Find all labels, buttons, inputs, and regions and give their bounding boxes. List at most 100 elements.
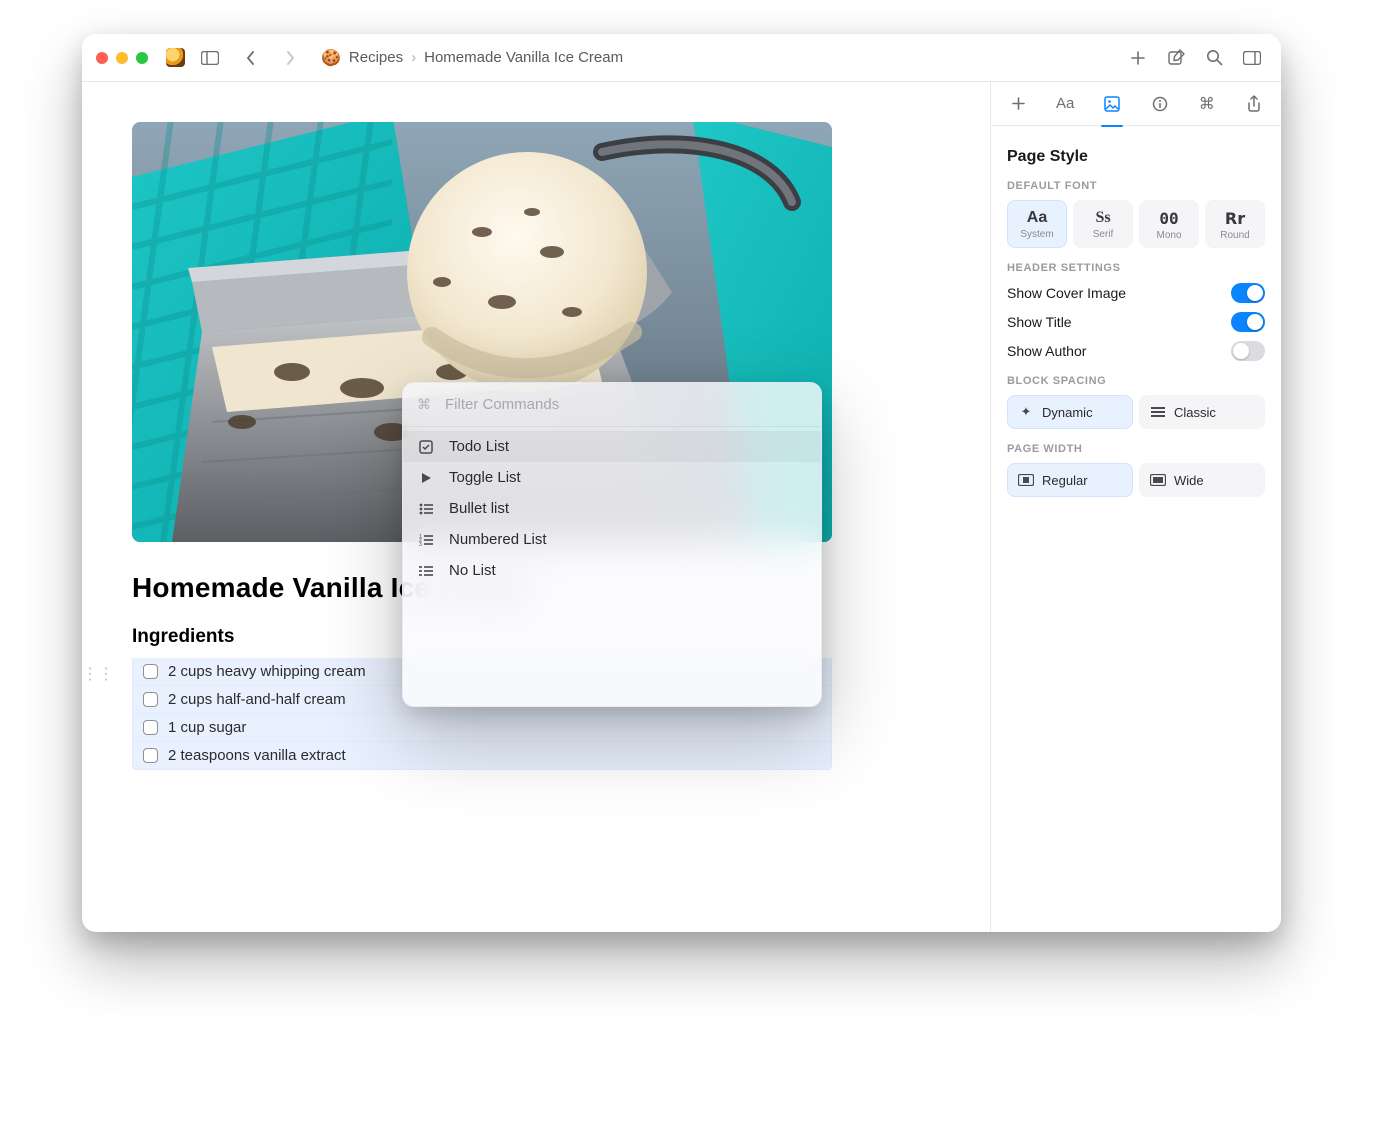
font-sample: Aa [1008, 209, 1066, 227]
todo-text: 2 cups half-and-half cream [168, 691, 346, 708]
font-chip-serif[interactable]: Ss Serif [1073, 200, 1133, 248]
spacing-dynamic[interactable]: ✦ Dynamic [1007, 395, 1133, 429]
breadcrumb-current[interactable]: Homemade Vanilla Ice Cream [424, 49, 623, 66]
breadcrumb-parent[interactable]: Recipes [349, 49, 403, 66]
breadcrumb: 🍪 Recipes › Homemade Vanilla Ice Cream [321, 48, 623, 68]
row-show-author: Show Author [1007, 341, 1265, 361]
chevron-right-icon: › [411, 49, 416, 66]
width-wide[interactable]: Wide [1139, 463, 1265, 497]
search-icon [1206, 49, 1223, 66]
command-list: Todo List Toggle List Bullet list 123 Nu… [403, 427, 821, 706]
todo-row[interactable]: 1 cup sugar [132, 714, 832, 742]
plus-icon [1130, 50, 1146, 66]
toggle-show-cover[interactable] [1231, 283, 1265, 303]
rect-narrow-icon [1018, 472, 1034, 488]
font-name: System [1008, 229, 1066, 240]
drag-handle-icon[interactable]: ⋮⋮ [82, 664, 114, 684]
seg-label: Regular [1042, 473, 1088, 488]
font-chip-system[interactable]: Aa System [1007, 200, 1067, 248]
inspector-tab-page-style[interactable] [1095, 87, 1129, 121]
plus-icon [1011, 96, 1026, 111]
compose-button[interactable] [1161, 43, 1191, 73]
font-sample: Rr [1206, 209, 1264, 228]
text-icon: Aa [1056, 95, 1074, 112]
minimize-window-button[interactable] [116, 52, 128, 64]
command-key-icon: ⌘ [417, 396, 431, 413]
todo-text: 2 teaspoons vanilla extract [168, 747, 346, 764]
todo-row[interactable]: 2 teaspoons vanilla extract [132, 742, 832, 770]
command-label: Bullet list [449, 500, 509, 517]
toggle-show-title[interactable] [1231, 312, 1265, 332]
checkbox-icon [417, 440, 435, 454]
play-icon [417, 472, 435, 484]
inspector-tab-shortcuts[interactable]: ⌘ [1190, 87, 1224, 121]
width-segmented: Regular Wide [1007, 463, 1265, 497]
command-search-input[interactable] [443, 395, 807, 414]
font-sample: Ss [1074, 209, 1132, 227]
inspector-tab-info[interactable] [1143, 87, 1177, 121]
toggle-show-author[interactable] [1231, 341, 1265, 361]
inspector-tabs: Aa ⌘ [991, 82, 1281, 126]
lines-icon [1150, 404, 1166, 420]
nav-back-button[interactable] [235, 43, 265, 73]
inspector-body: Page Style DEFAULT FONT Aa System Ss Ser… [991, 126, 1281, 513]
rect-wide-icon [1150, 472, 1166, 488]
sidebar-toggle-button[interactable] [195, 43, 225, 73]
font-chips: Aa System Ss Serif 00 Mono Rr Round [1007, 200, 1265, 248]
inspector-tab-text[interactable]: Aa [1048, 87, 1082, 121]
inspector-tab-share[interactable] [1237, 87, 1271, 121]
checkbox[interactable] [143, 692, 158, 707]
command-key-icon: ⌘ [1199, 94, 1215, 114]
bullet-list-icon [417, 503, 435, 515]
command-label: Numbered List [449, 531, 547, 548]
row-label: Show Author [1007, 343, 1086, 359]
command-search-row: ⌘ [403, 383, 821, 427]
window-controls [96, 52, 148, 64]
row-show-title: Show Title [1007, 312, 1265, 332]
zoom-window-button[interactable] [136, 52, 148, 64]
inspector-toggle-button[interactable] [1237, 43, 1267, 73]
font-name: Mono [1140, 230, 1198, 241]
command-item-bullet-list[interactable]: Bullet list [403, 493, 821, 524]
font-sample: 00 [1140, 209, 1198, 228]
seg-label: Wide [1174, 473, 1204, 488]
info-icon [1152, 96, 1168, 112]
width-regular[interactable]: Regular [1007, 463, 1133, 497]
checkbox[interactable] [143, 720, 158, 735]
search-button[interactable] [1199, 43, 1229, 73]
section-label-spacing: BLOCK SPACING [1007, 375, 1265, 387]
command-item-no-list[interactable]: No List [403, 555, 821, 586]
compose-icon [1168, 49, 1185, 66]
panel-right-icon [1243, 51, 1261, 65]
close-window-button[interactable] [96, 52, 108, 64]
spacing-classic[interactable]: Classic [1139, 395, 1265, 429]
todo-text: 2 cups heavy whipping cream [168, 663, 366, 680]
command-item-toggle-list[interactable]: Toggle List [403, 462, 821, 493]
sparkle-icon: ✦ [1018, 404, 1034, 420]
inspector-tab-add[interactable] [1001, 87, 1035, 121]
checkbox[interactable] [143, 664, 158, 679]
font-name: Round [1206, 230, 1264, 241]
cookie-icon: 🍪 [321, 48, 341, 68]
command-item-numbered-list[interactable]: 123 Numbered List [403, 524, 821, 555]
seg-label: Classic [1174, 405, 1216, 420]
numbered-list-icon: 123 [417, 534, 435, 546]
command-item-todo-list[interactable]: Todo List [403, 431, 821, 462]
command-label: Todo List [449, 438, 509, 455]
app-window: 🍪 Recipes › Homemade Vanilla Ice Cream [82, 34, 1281, 932]
chevron-right-icon [286, 51, 295, 65]
share-icon [1247, 95, 1261, 112]
inspector-panel: Aa ⌘ Page Style DEFAULT FONT Aa System S… [990, 82, 1281, 932]
command-label: No List [449, 562, 496, 579]
font-chip-round[interactable]: Rr Round [1205, 200, 1265, 248]
main-area: Homemade Vanilla Ice Cream Ingredients ⋮… [82, 82, 1281, 932]
section-label-header: HEADER SETTINGS [1007, 262, 1265, 274]
svg-text:3: 3 [419, 542, 422, 546]
font-chip-mono[interactable]: 00 Mono [1139, 200, 1199, 248]
editor-content[interactable]: Homemade Vanilla Ice Cream Ingredients ⋮… [82, 82, 990, 932]
checkbox[interactable] [143, 748, 158, 763]
row-label: Show Cover Image [1007, 285, 1126, 301]
font-name: Serif [1074, 229, 1132, 240]
nav-forward-button[interactable] [275, 43, 305, 73]
new-button[interactable] [1123, 43, 1153, 73]
